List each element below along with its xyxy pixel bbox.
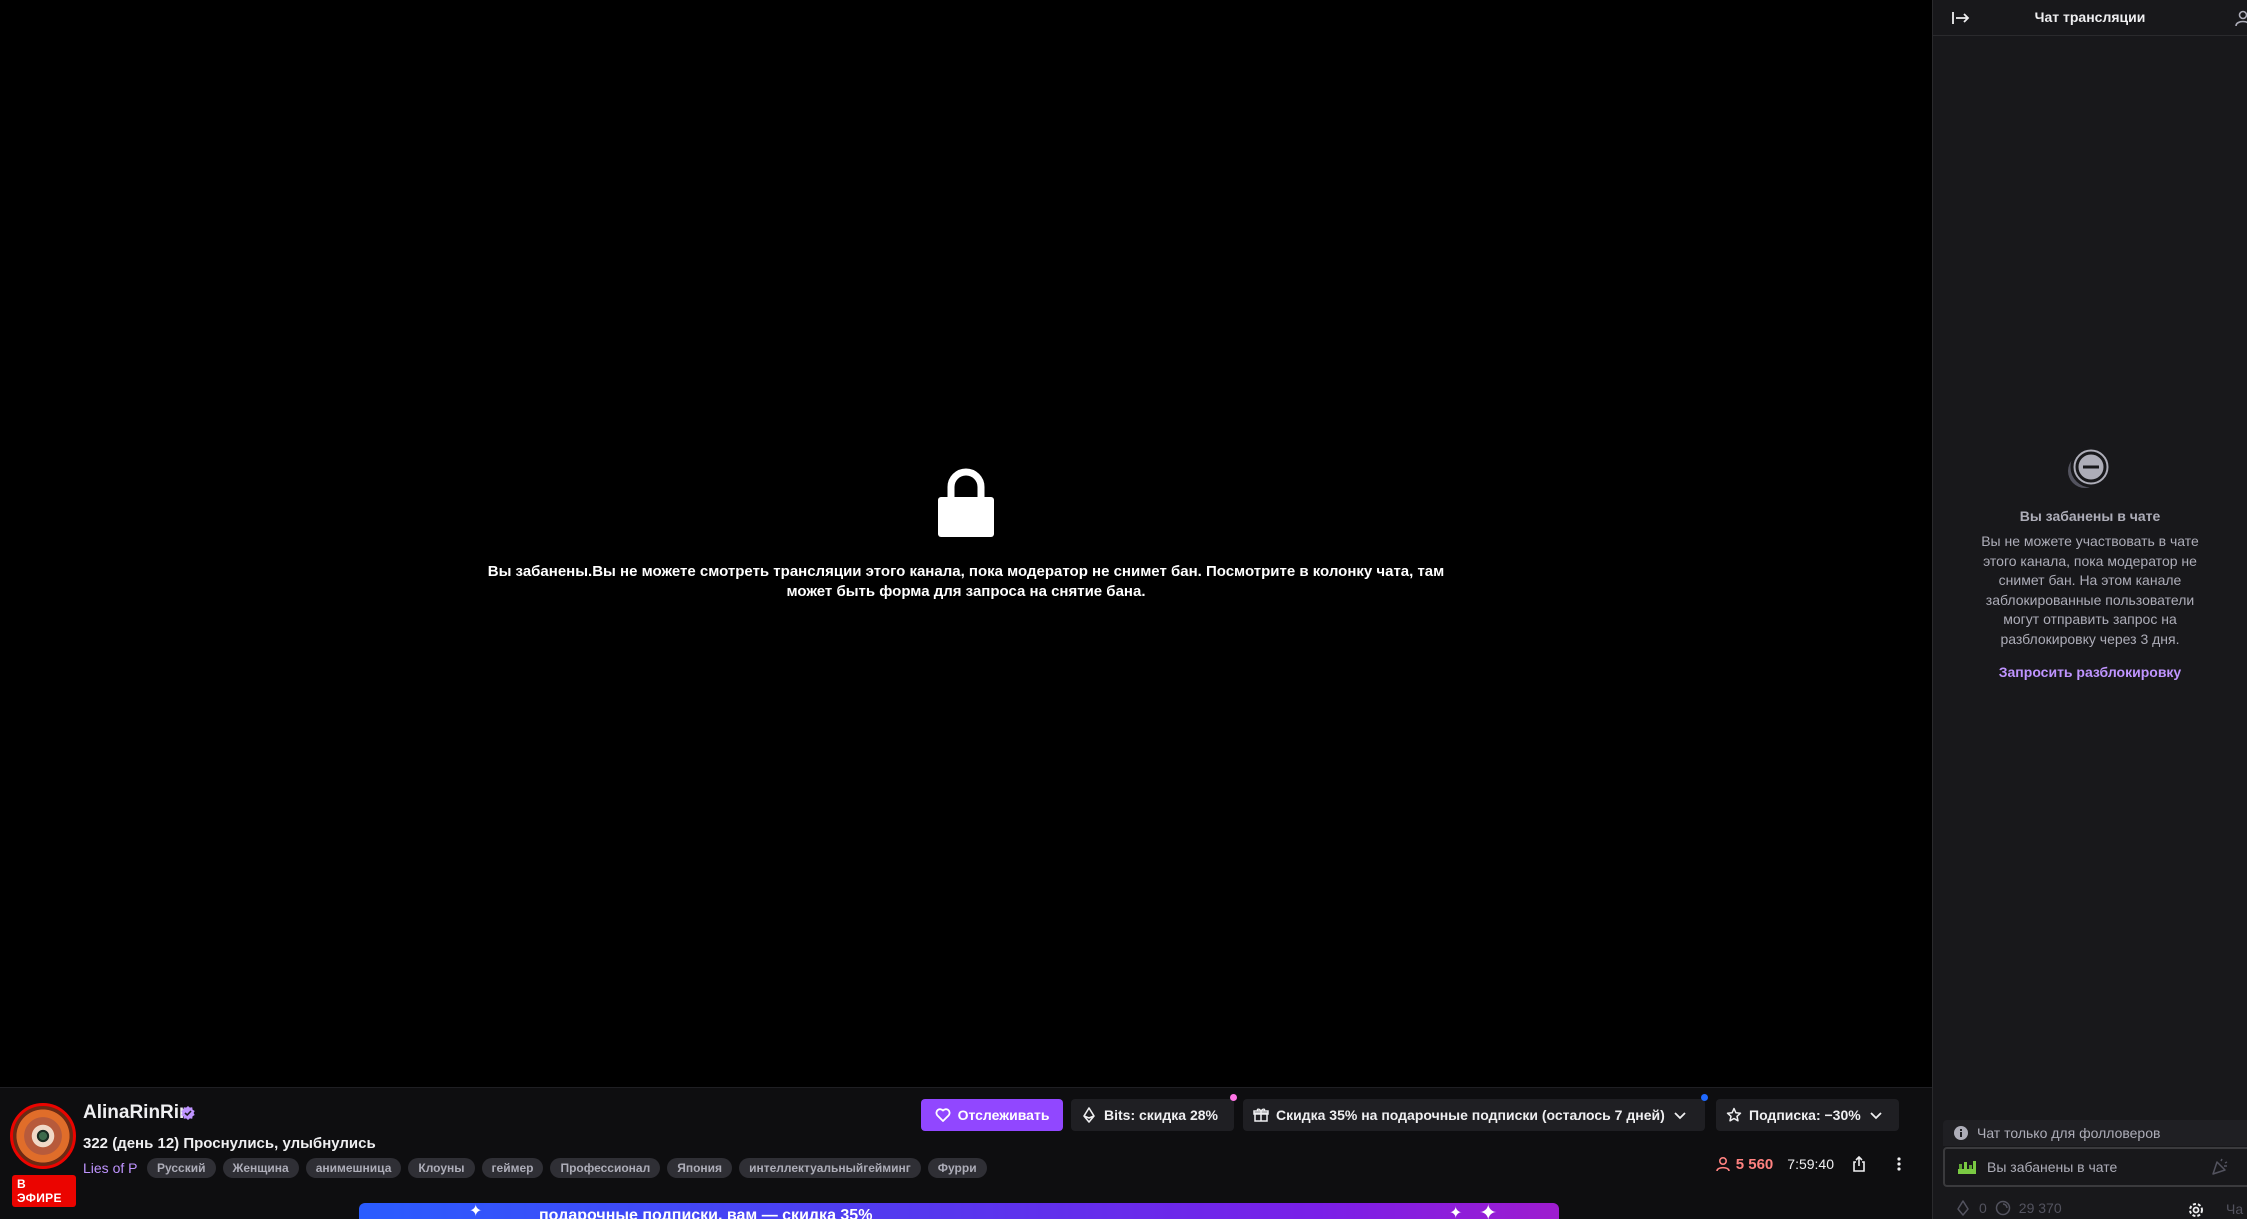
live-badge: В ЭФИРЕ (12, 1175, 76, 1207)
tag[interactable]: Япония (667, 1158, 733, 1178)
chat-input-placeholder: Вы забанены в чате (1987, 1159, 2118, 1175)
uptime: 7:59:40 (1787, 1156, 1834, 1172)
tag[interactable]: Профессионал (550, 1158, 661, 1178)
stream-title: 322 (день 12) Проснулись, улыбнулись (83, 1135, 376, 1152)
verified-icon (181, 1106, 195, 1120)
users-icon[interactable] (2233, 8, 2247, 28)
bits-discount-button[interactable]: Bits: скидка 28% (1071, 1094, 1237, 1131)
chevron-down-icon (1870, 1112, 1882, 1120)
avatar-container[interactable]: В ЭФИРЕ (10, 1103, 76, 1207)
more-options-button[interactable] (1884, 1149, 1914, 1179)
chat-column: Чат трансляции Вы забанены в чате Вы не … (1932, 0, 2247, 1219)
bits-small-icon[interactable] (1955, 1200, 1971, 1216)
follow-button[interactable]: Отслеживать (921, 1099, 1063, 1131)
viewers-icon (1715, 1156, 1730, 1172)
lock-icon (938, 468, 994, 537)
tag[interactable]: Женщина (222, 1158, 299, 1178)
tag[interactable]: Фурри (927, 1158, 987, 1178)
banned-description: Вы не можете участвовать в чате этого ка… (1981, 533, 2199, 647)
bits-discount-label: Bits: скидка 28% (1104, 1107, 1218, 1123)
tag-list: Русский Женщина анимешница Клоуны геймер… (147, 1158, 987, 1178)
stream-stats: 5 560 7:59:40 (1715, 1149, 1914, 1179)
sparkle-icon: ✦ (469, 1203, 483, 1219)
viewer-count-value: 5 560 (1735, 1155, 1774, 1173)
ban-overlay: Вы забанены.Вы не можете смотреть трансл… (0, 465, 1932, 602)
channel-name[interactable]: AlinaRinRin (83, 1102, 191, 1124)
chat-footer: 0 29 370 (1955, 1200, 2062, 1216)
chat-send-button[interactable]: Ча (2226, 1201, 2243, 1217)
settings-icon[interactable] (2186, 1200, 2206, 1219)
ban-message: Вы забанены.Вы не можете смотреть трансл… (487, 563, 1445, 600)
sparkle-icon: ✦ (1449, 1205, 1463, 1219)
gift-subs-label: Скидка 35% на подарочные подписки (остал… (1276, 1107, 1665, 1123)
chevron-down-icon (1674, 1112, 1686, 1120)
info-icon (1954, 1126, 1968, 1140)
gift-subs-button[interactable]: Скидка 35% на подарочные подписки (остал… (1243, 1094, 1708, 1131)
banned-title: Вы забанены в чате (2019, 508, 2161, 524)
notification-dot (1230, 1094, 1237, 1101)
bits-balance: 0 (1979, 1200, 1987, 1216)
tag[interactable]: Клоуны (408, 1158, 475, 1178)
subscribe-button[interactable]: Подписка: −30% (1716, 1099, 1899, 1131)
video-player[interactable]: Вы забанены.Вы не можете смотреть трансл… (0, 0, 1932, 1087)
chat-banned-panel: Вы забанены в чате Вы не можете участвов… (1933, 446, 2247, 682)
channel-points-balance: 29 370 (2018, 1200, 2062, 1216)
emote-icon[interactable] (2210, 1158, 2230, 1176)
promo-text: подарочные подписки, вам — скидка 35% (539, 1207, 873, 1219)
followers-only-notice: Чат только для фолловеров (1943, 1120, 2247, 1146)
tag[interactable]: анимешница (305, 1158, 402, 1178)
more-icon (1897, 1157, 1901, 1171)
bits-icon (1083, 1107, 1095, 1123)
follow-button-label: Отслеживать (957, 1107, 1050, 1123)
tag[interactable]: геймер (481, 1158, 544, 1178)
gift-icon (1253, 1108, 1269, 1122)
share-icon (1853, 1156, 1865, 1172)
sparkle-icon: ✦ (1479, 1203, 1498, 1219)
viewer-count: 5 560 (1715, 1155, 1774, 1173)
followers-only-text: Чат только для фолловеров (1977, 1125, 2161, 1141)
tag[interactable]: интеллектуальныйгейминг (739, 1158, 921, 1178)
tag[interactable]: Русский (147, 1158, 216, 1178)
banned-icon (2068, 446, 2112, 488)
game-link[interactable]: Lies of P (83, 1160, 137, 1176)
notification-dot (1701, 1094, 1708, 1101)
channel-points-icon[interactable] (1995, 1200, 2011, 1216)
star-icon (1726, 1107, 1742, 1122)
promo-banner[interactable]: ✦ ✦ ✦ подарочные подписки, вам — скидка … (359, 1203, 1559, 1219)
request-unban-link[interactable]: Запросить разблокировку (1999, 664, 2181, 680)
chat-title: Чат трансляции (2034, 9, 2146, 25)
chat-input[interactable]: Вы забанены в чате (1943, 1147, 2247, 1187)
channel-info-bar: В ЭФИРЕ AlinaRinRin 322 (день 12) Просну… (0, 1087, 1932, 1219)
heart-icon (935, 1108, 951, 1122)
share-button[interactable] (1844, 1149, 1874, 1179)
avatar[interactable] (10, 1103, 76, 1169)
chat-header: Чат трансляции (1933, 0, 2247, 36)
subscribe-label: Подписка: −30% (1749, 1107, 1861, 1123)
hype-train-icon (1958, 1161, 1976, 1174)
